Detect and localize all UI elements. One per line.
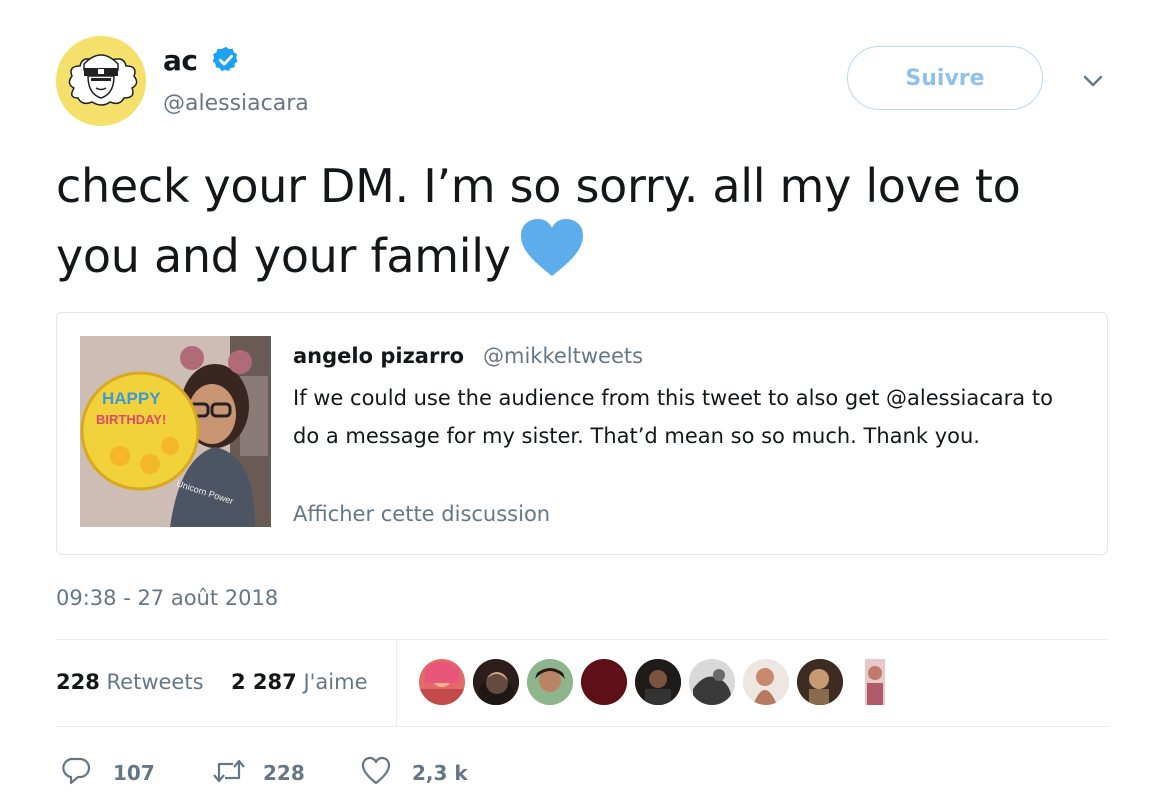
divider bbox=[56, 726, 1108, 727]
reply-icon[interactable] bbox=[62, 756, 92, 786]
liker-avatar[interactable] bbox=[689, 659, 735, 705]
retweets-stat[interactable]: 228 Retweets bbox=[56, 670, 204, 694]
author-handle[interactable]: @alessiacara bbox=[163, 91, 309, 116]
likes-label: J'aime bbox=[303, 670, 368, 694]
author-avatar[interactable] bbox=[56, 36, 146, 126]
liker-avatar[interactable] bbox=[743, 659, 789, 705]
balloon-birthday-text: BIRTHDAY! bbox=[96, 412, 166, 427]
chevron-down-icon[interactable] bbox=[1080, 68, 1106, 94]
liker-avatar[interactable] bbox=[473, 659, 519, 705]
like-count: 2,3 k bbox=[412, 761, 468, 785]
show-thread-link[interactable]: Afficher cette discussion bbox=[293, 502, 550, 526]
follow-button[interactable]: Suivre bbox=[847, 46, 1043, 110]
liker-avatar[interactable] bbox=[581, 659, 627, 705]
liker-avatar[interactable] bbox=[419, 659, 465, 705]
likes-stat[interactable]: 2 287 J'aime bbox=[231, 670, 368, 694]
retweet-count: 228 bbox=[263, 761, 305, 785]
retweet-icon[interactable] bbox=[212, 756, 246, 786]
quoted-tweet-image[interactable]: HAPPY BIRTHDAY! Unicorn Power bbox=[80, 336, 271, 527]
verified-badge-icon bbox=[211, 45, 241, 75]
quoted-tweet-text: If we could use the audience from this t… bbox=[293, 386, 1053, 448]
stats-divider bbox=[396, 640, 397, 726]
tweet-body: check your DM. I’m so sorry. all my love… bbox=[56, 155, 1106, 288]
author-name[interactable]: ac bbox=[163, 44, 198, 77]
quoted-author-handle[interactable]: @mikkeltweets bbox=[483, 344, 643, 368]
liker-avatar[interactable] bbox=[851, 659, 897, 705]
quoted-author-name[interactable]: angelo pizarro bbox=[293, 344, 464, 368]
liker-avatar[interactable] bbox=[635, 659, 681, 705]
balloon-happy-text: HAPPY bbox=[102, 389, 161, 408]
liker-avatar[interactable] bbox=[797, 659, 843, 705]
reply-count: 107 bbox=[113, 761, 155, 785]
likes-count: 2 287 bbox=[231, 670, 297, 694]
blue-heart-emoji-icon bbox=[519, 218, 585, 278]
retweets-label: Retweets bbox=[106, 670, 204, 694]
like-heart-icon[interactable] bbox=[361, 756, 391, 786]
retweets-count: 228 bbox=[56, 670, 100, 694]
liker-avatar[interactable] bbox=[527, 659, 573, 705]
tweet-timestamp[interactable]: 09:38 - 27 août 2018 bbox=[56, 586, 278, 610]
divider bbox=[56, 639, 1108, 640]
